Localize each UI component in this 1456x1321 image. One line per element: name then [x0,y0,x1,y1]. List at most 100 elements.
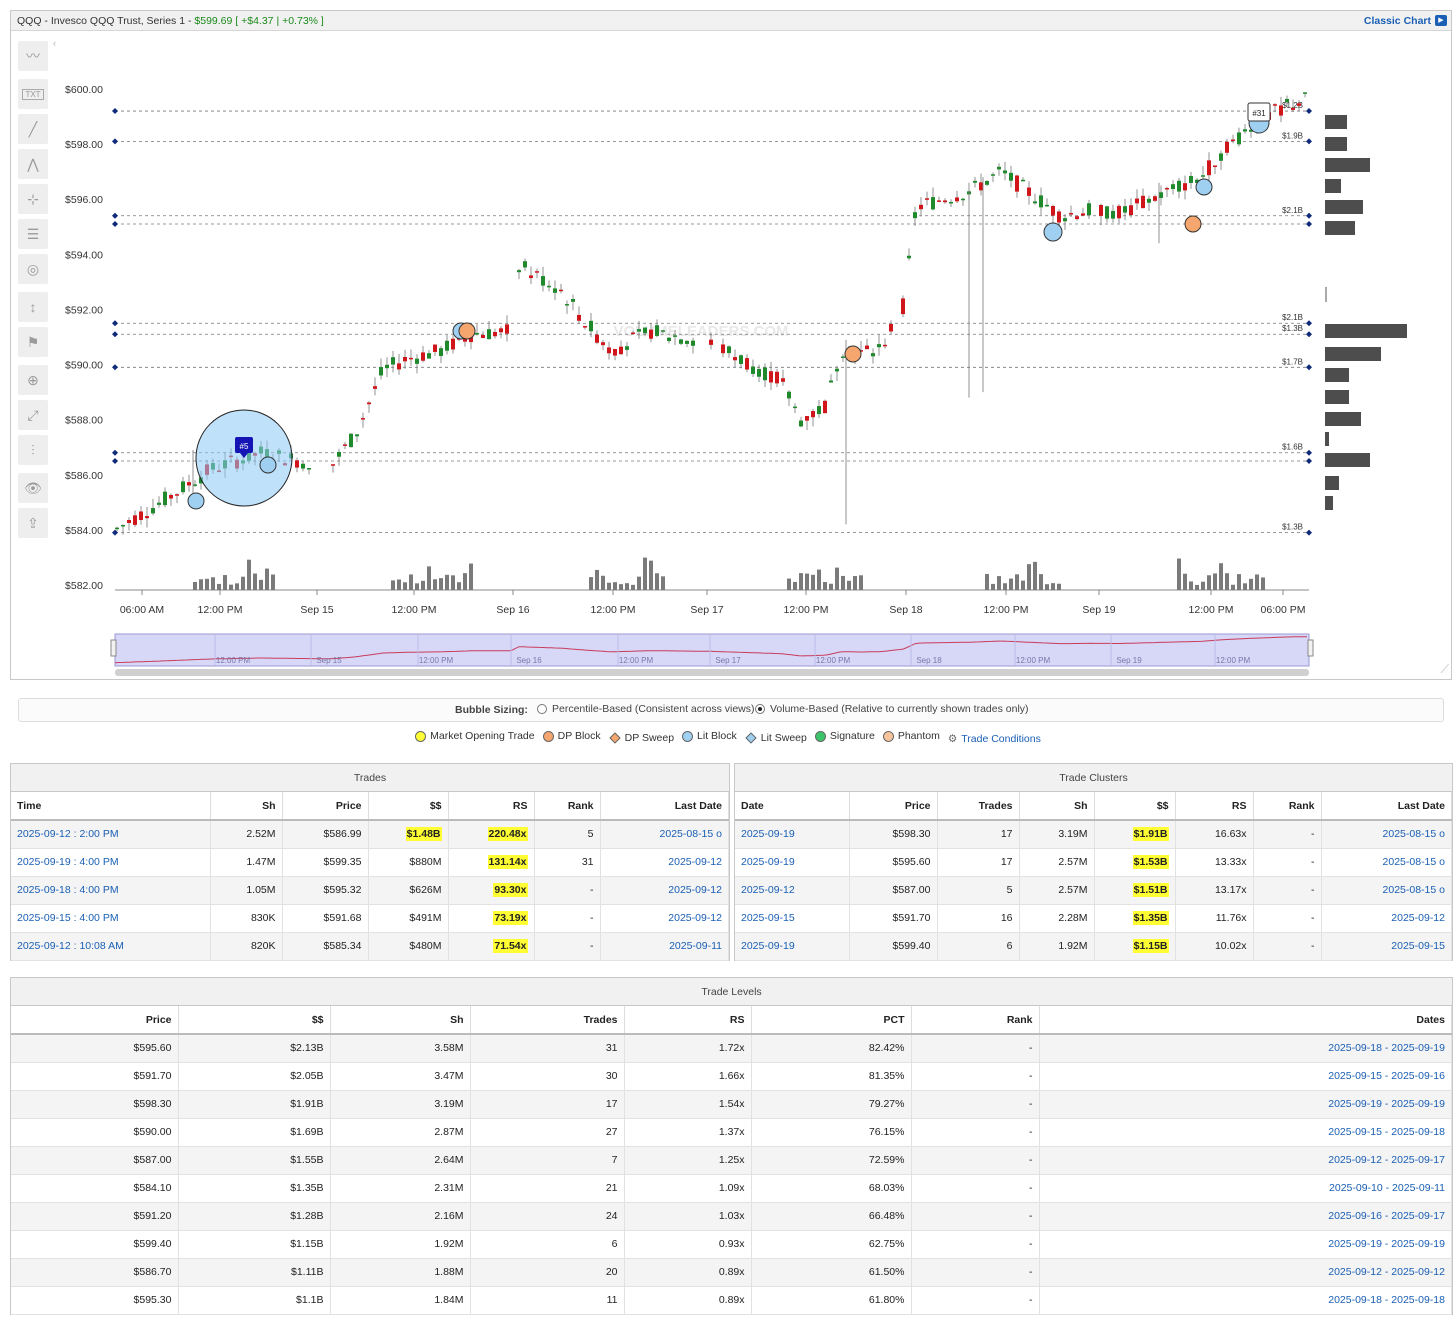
column-header[interactable]: RS [624,1006,752,1035]
legend-item[interactable]: DP Sweep [608,732,674,744]
column-header[interactable]: Dates [1039,1006,1452,1035]
trade-bubble [259,456,277,474]
table-cell[interactable]: 2025-09-12 : 2:00 PM [11,820,211,849]
table-row[interactable]: 2025-09-19 $598.30 17 3.19M $1.91B 16.63x - 202… [735,820,1452,849]
column-header[interactable]: Sh [330,1006,471,1035]
table-cell[interactable]: 2025-09-18 - 2025-09-19 [1039,1034,1452,1063]
column-header[interactable]: PCT [751,1006,912,1035]
candle-body [385,364,389,369]
table-row[interactable]: $599.40 $1.15B 1.92M 6 0.93x 62.75% - 2025-09-1… [11,1230,1452,1259]
candle-body [1171,184,1175,190]
table-cell[interactable]: 2025-09-19 - 2025-09-19 [1039,1230,1452,1259]
column-header[interactable]: Trades [470,1006,625,1035]
table-cell[interactable]: 2025-09-12 [1321,904,1452,933]
column-header[interactable]: $$ [1094,792,1176,821]
candle-body [1285,98,1289,103]
table-row[interactable]: 2025-09-19 $599.40 6 1.92M $1.15B 10.02x - 2025… [735,932,1452,961]
table-row[interactable]: $595.60 $2.13B 3.58M 31 1.72x 82.42% - 2025-09-… [11,1034,1452,1063]
column-header[interactable]: $$ [178,1006,331,1035]
table-row[interactable]: 2025-09-19 : 4:00 PM 1.47M $599.35 $880M 131… [11,848,729,877]
table-cell: $1.15B [178,1230,331,1259]
resize-grip[interactable]: ⟋ [1441,662,1449,677]
table-row[interactable]: $595.30 $1.1B 1.84M 11 0.89x 61.80% - 2025-09-1… [11,1286,1452,1315]
volume-radio[interactable]: Volume-Based (Relative to currently show… [755,703,1029,715]
column-header[interactable]: $$ [368,792,449,821]
table-row[interactable]: $591.20 $1.28B 2.16M 24 1.03x 66.48% - 2025-09-… [11,1202,1452,1231]
table-cell[interactable]: 2025-09-19 [735,820,850,849]
table-row[interactable]: $584.10 $1.35B 2.31M 21 1.09x 68.03% - 2025-09-… [11,1174,1452,1203]
column-header[interactable]: Sh [210,792,283,821]
table-cell[interactable]: 2025-09-12 [735,876,850,905]
table-row[interactable]: 2025-09-15 $591.70 16 2.28M $1.35B 11.76x - 202… [735,904,1452,933]
column-header[interactable]: Last Date [1321,792,1452,821]
table-cell[interactable]: 2025-09-18 : 4:00 PM [11,876,211,905]
column-header[interactable]: RS [1175,792,1254,821]
table-cell[interactable]: 2025-09-11 [600,932,729,961]
table-cell[interactable]: 2025-08-15 o [600,820,729,849]
table-row[interactable]: 2025-09-12 $587.00 5 2.57M $1.51B 13.17x - 2025… [735,876,1452,905]
table-row[interactable]: 2025-09-15 : 4:00 PM 830K $591.68 $491M 73.1… [11,904,729,933]
column-header[interactable]: Time [11,792,211,821]
table-cell[interactable]: 2025-09-15 - 2025-09-16 [1039,1062,1452,1091]
youtube-icon[interactable]: ▶ [1435,15,1447,26]
table-cell[interactable]: 2025-09-12 - 2025-09-12 [1039,1258,1452,1287]
column-header[interactable]: Price [282,792,369,821]
table-cell[interactable]: 2025-08-15 o [1321,876,1452,905]
column-header[interactable]: Date [735,792,850,821]
column-header[interactable]: Trades [937,792,1020,821]
table-row[interactable]: $591.70 $2.05B 3.47M 30 1.66x 81.35% - 2025-09-… [11,1062,1452,1091]
table-row[interactable]: $587.00 $1.55B 2.64M 7 1.25x 72.59% - 2025-09-1… [11,1146,1452,1175]
table-cell[interactable]: 2025-09-12 [600,848,729,877]
column-header[interactable]: Price [849,792,938,821]
legend-item[interactable]: DP Block [542,730,601,742]
legend-item[interactable]: Phantom [882,730,940,742]
classic-chart-link[interactable]: Classic Chart [1364,15,1431,27]
column-header[interactable]: Sh [1019,792,1095,821]
table-cell[interactable]: 2025-09-19 : 4:00 PM [11,848,211,877]
table-cell[interactable]: 2025-09-18 - 2025-09-18 [1039,1286,1452,1315]
table-cell[interactable]: 2025-09-12 [600,876,729,905]
cell-value: 2025-09-15 : 4:00 PM [17,912,119,924]
table-row[interactable]: 2025-09-12 : 10:08 AM 820K $585.34 $480M 71.… [11,932,729,961]
table-row[interactable]: 2025-09-19 $595.60 17 2.57M $1.53B 13.33x - 202… [735,848,1452,877]
cell-value: 31 [581,856,594,868]
column-header[interactable]: RS [448,792,535,821]
table-cell[interactable]: 2025-09-16 - 2025-09-17 [1039,1202,1452,1231]
column-header[interactable]: Price [11,1006,179,1035]
table-row[interactable]: $586.70 $1.11B 1.88M 20 0.89x 61.50% - 2025-09-… [11,1258,1452,1287]
column-header[interactable]: Rank [1253,792,1322,821]
table-cell[interactable]: 2025-09-19 - 2025-09-19 [1039,1090,1452,1119]
legend-item[interactable]: Signature [814,730,875,742]
price-chart[interactable]: $600.00 $598.00 $596.00 $594.00 $592.00 $590.… [11,32,1451,679]
table-cell[interactable]: 2025-08-15 o [1321,848,1452,877]
column-header[interactable]: Last Date [600,792,729,821]
table-cell[interactable]: 2025-09-10 - 2025-09-11 [1039,1174,1452,1203]
legend-item[interactable]: ⚙ Trade Conditions [948,733,1041,745]
table-cell[interactable]: 2025-09-15 - 2025-09-18 [1039,1118,1452,1147]
table-row[interactable]: $598.30 $1.91B 3.19M 17 1.54x 79.27% - 2025-09-… [11,1090,1452,1119]
table-row[interactable]: 2025-09-12 : 2:00 PM 2.52M $586.99 $1.48B 22… [11,820,729,849]
table-cell[interactable]: 2025-09-19 [735,932,850,961]
percentile-radio[interactable]: Percentile-Based (Consistent across view… [537,703,755,715]
table-cell[interactable]: 2025-09-12 [600,904,729,933]
table-cell[interactable]: 2025-09-12 - 2025-09-17 [1039,1146,1452,1175]
legend-item[interactable]: Lit Sweep [745,732,807,744]
column-header[interactable]: Rank [534,792,601,821]
table-cell[interactable]: 2025-09-15 : 4:00 PM [11,904,211,933]
cell-value: $599.35 [323,856,362,868]
table-cell[interactable]: 2025-09-15 [735,904,850,933]
table-cell[interactable]: 2025-08-15 o [1321,820,1452,849]
column-header[interactable]: Rank [911,1006,1040,1035]
table-cell: $595.30 [11,1286,179,1315]
circle-marker-icon [814,730,826,742]
legend-item[interactable]: Lit Block [682,730,737,742]
table-row[interactable]: $590.00 $1.69B 2.87M 27 1.37x 76.15% - 2025-09-… [11,1118,1452,1147]
table-cell[interactable]: 2025-09-19 [735,848,850,877]
candle-body [823,400,827,414]
table-row[interactable]: 2025-09-18 : 4:00 PM 1.05M $595.32 $626M 93.… [11,876,729,905]
navigator-tick-label: 12:00 PM [216,656,251,665]
cell-value: 73.19x [493,911,528,925]
table-cell[interactable]: 2025-09-15 [1321,932,1452,961]
table-cell[interactable]: 2025-09-12 : 10:08 AM [11,932,211,961]
legend-item[interactable]: Market Opening Trade [415,730,535,742]
